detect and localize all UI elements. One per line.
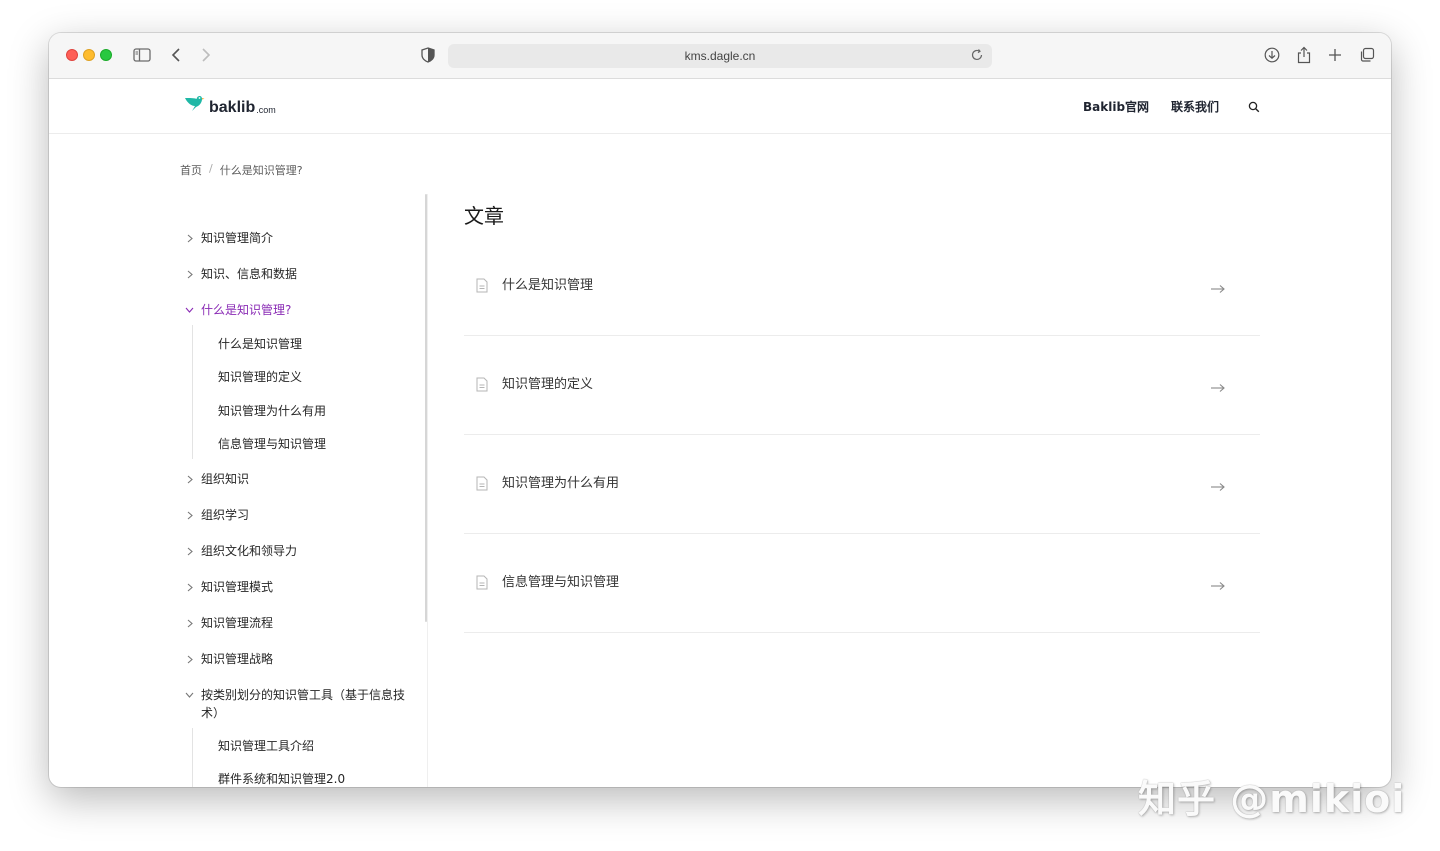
sidebar-item-label: 组织文化和领导力 [201,544,298,558]
breadcrumb-home[interactable]: 首页 [180,162,202,178]
sidebar-item-org-learning[interactable]: 组织学习 [180,506,416,524]
sidebar-subitem-km-tools-intro[interactable]: 知识管理工具介绍 [218,737,314,755]
nav-link-baklib[interactable]: Baklib官网 [1083,98,1149,115]
chevron-right-icon [184,229,195,247]
page-title: 文章 [464,204,504,228]
browser-toolbar: kms.dagle.cn [49,33,1391,79]
tab-overview-icon[interactable] [1358,45,1376,65]
nav-link-contact[interactable]: 联系我们 [1171,98,1219,115]
article-row[interactable]: 什么是知识管理 [464,237,1260,336]
article-row[interactable]: 知识管理的定义 [464,336,1260,435]
chevron-down-icon [184,301,195,319]
article-row[interactable]: 知识管理为什么有用 [464,435,1260,534]
breadcrumb-current: 什么是知识管理? [219,164,303,177]
sidebar-item-what-is-km[interactable]: 什么是知识管理? [180,301,416,319]
site-header: baklib .com Baklib官网 联系我们 [49,79,1391,134]
article-title: 什么是知识管理 [502,278,594,293]
watermark: 知乎 @mikioi [1138,777,1406,821]
document-icon [476,377,490,393]
sidebar-divider [427,194,428,787]
sidebar-item-org-knowledge[interactable]: 组织知识 [180,470,416,488]
bird-logo-icon [183,94,205,118]
article-row[interactable]: 信息管理与知识管理 [464,534,1260,633]
sidebar-item-label: 组织知识 [201,472,250,486]
sidebar-item-label: 知识管理战略 [201,652,274,666]
sidebar-subitem-info-vs-km[interactable]: 信息管理与知识管理 [218,435,326,453]
article-title: 知识管理为什么有用 [502,476,620,491]
sidebar-item-km-tools[interactable]: 按类别划分的知识管工具（基于信息技术） [180,686,416,722]
address-bar[interactable]: kms.dagle.cn [448,44,992,68]
breadcrumb-separator: / [209,162,213,175]
search-icon[interactable] [1248,98,1261,113]
arrow-right-icon [1210,478,1226,491]
forward-icon[interactable] [199,45,213,65]
site-logo[interactable]: baklib .com [183,94,276,118]
arrow-right-icon [1210,379,1226,392]
sidebar-item-label: 知识管理简介 [201,231,274,245]
sidebar-item-km-intro[interactable]: 知识管理简介 [180,229,416,247]
chevron-down-icon [184,686,195,704]
sidebar-item-km-process[interactable]: 知识管理流程 [180,614,416,632]
chevron-right-icon [184,265,195,283]
close-window-button[interactable] [66,49,78,61]
article-title: 知识管理的定义 [502,377,594,392]
chevron-right-icon [184,614,195,632]
sidebar-toggle-icon[interactable] [132,45,152,65]
back-icon[interactable] [169,45,183,65]
zoom-window-button[interactable] [100,49,112,61]
browser-window: kms.dagle.cn baklib .com Baklib官网 联系我们 首… [49,33,1391,787]
sidebar-item-org-culture[interactable]: 组织文化和领导力 [180,542,416,560]
sidebar-item-km-models[interactable]: 知识管理模式 [180,578,416,596]
sidebar-item-knowledge-info-data[interactable]: 知识、信息和数据 [180,265,416,283]
sidebar-nav: 知识管理简介 知识、信息和数据 什么是知识管理? 什么是知识管理 知识管理的定义… [180,193,425,787]
arrow-right-icon [1210,577,1226,590]
privacy-shield-icon[interactable] [420,45,436,65]
sidebar-item-km-strategy[interactable]: 知识管理战略 [180,650,416,668]
minimize-window-button[interactable] [83,49,95,61]
logo-suffix: .com [256,105,276,115]
sidebar-subitem-why-km-useful[interactable]: 知识管理为什么有用 [218,402,326,420]
sidebar-item-label: 知识、信息和数据 [201,267,298,281]
arrow-right-icon [1210,280,1226,293]
share-icon[interactable] [1295,45,1313,65]
sidebar-item-label: 知识管理流程 [201,616,274,630]
sidebar-subitem-groupware[interactable]: 群件系统和知识管理2.0 [218,770,345,787]
reload-icon[interactable] [970,48,986,64]
sidebar-item-label: 什么是知识管理? [201,303,292,317]
sidebar-item-label: 组织学习 [201,508,250,522]
url-text: kms.dagle.cn [684,49,756,63]
sidebar-item-label: 按类别划分的知识管工具（基于信息技术） [201,688,406,720]
download-icon[interactable] [1263,45,1281,65]
chevron-right-icon [184,650,195,668]
document-icon [476,575,490,591]
chevron-right-icon [184,578,195,596]
sidebar-subitem-what-is-km[interactable]: 什么是知识管理 [218,335,302,353]
chevron-right-icon [184,506,195,524]
document-icon [476,476,490,492]
sidebar-scrollbar[interactable] [425,194,427,622]
breadcrumb: 首页 / 什么是知识管理? [180,162,303,178]
chevron-right-icon [184,470,195,488]
article-title: 信息管理与知识管理 [502,575,620,590]
submenu-guide-line [192,325,193,459]
sidebar-subitem-km-definition[interactable]: 知识管理的定义 [218,368,302,386]
submenu-guide-line [192,728,193,787]
new-tab-icon[interactable] [1326,45,1344,65]
document-icon [476,278,490,294]
logo-wordmark: baklib [209,99,256,116]
chevron-right-icon [184,542,195,560]
sidebar-item-label: 知识管理模式 [201,580,274,594]
